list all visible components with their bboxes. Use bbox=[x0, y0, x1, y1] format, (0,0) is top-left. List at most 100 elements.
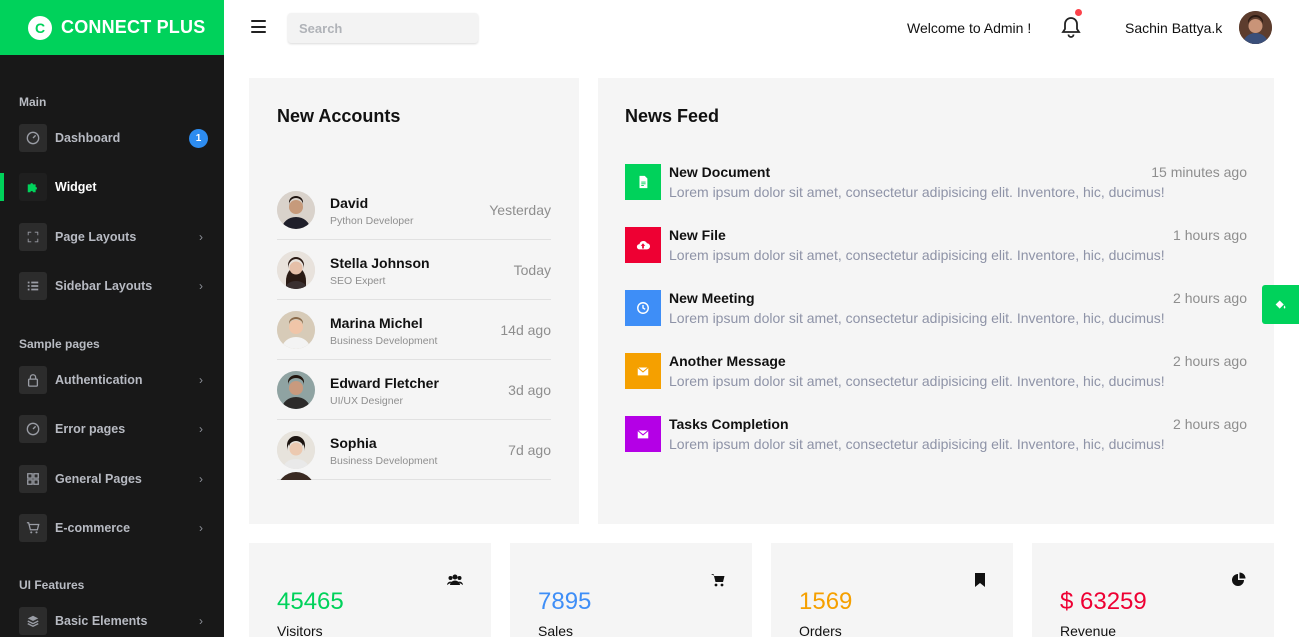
nav-section-ui-features: UI Features bbox=[19, 578, 85, 592]
mail-icon bbox=[625, 353, 661, 389]
gauge-icon bbox=[19, 124, 47, 152]
feed-title: New File bbox=[669, 227, 726, 243]
feed-item[interactable]: Another Message Lorem ipsum dolor sit am… bbox=[625, 353, 1247, 403]
feed-title: Another Message bbox=[669, 353, 786, 369]
bookmark-icon bbox=[975, 573, 985, 587]
list-item[interactable]: Edward Fletcher UI/UX Designer 3d ago bbox=[277, 360, 551, 420]
layout-icon bbox=[19, 223, 47, 251]
avatar-partial bbox=[277, 470, 315, 480]
sidebar: C CONNECT PLUS Main Dashboard 1 Widget P… bbox=[0, 0, 224, 637]
account-name: Stella Johnson bbox=[330, 255, 430, 271]
gauge-icon bbox=[19, 415, 47, 443]
search-input[interactable] bbox=[288, 13, 478, 43]
sidebar-item-basic-elements[interactable]: Basic Elements › bbox=[0, 601, 224, 637]
chevron-right-icon: › bbox=[199, 373, 203, 387]
list-item[interactable]: Stella Johnson SEO Expert Today bbox=[277, 240, 551, 300]
sidebar-item-dashboard[interactable]: Dashboard 1 bbox=[0, 118, 224, 158]
feed-text: Lorem ipsum dolor sit amet, consectetur … bbox=[669, 373, 1165, 389]
feed-item[interactable]: New Document Lorem ipsum dolor sit amet,… bbox=[625, 164, 1247, 214]
active-indicator bbox=[0, 173, 4, 201]
card-title: News Feed bbox=[625, 106, 720, 126]
brand-name: CONNECT PLUS bbox=[61, 17, 206, 37]
feed-title: Tasks Completion bbox=[669, 416, 789, 432]
clock-icon bbox=[625, 290, 661, 326]
feed-item[interactable]: Tasks Completion Lorem ipsum dolor sit a… bbox=[625, 416, 1247, 466]
avatar bbox=[277, 371, 315, 409]
sidebar-item-label: Widget bbox=[55, 180, 97, 194]
chevron-right-icon: › bbox=[199, 422, 203, 436]
stat-label: Sales bbox=[538, 623, 574, 637]
sidebar-item-authentication[interactable]: Authentication › bbox=[0, 360, 224, 400]
list-item[interactable]: Marina Michel Business Development 14d a… bbox=[277, 300, 551, 360]
paint-bucket-icon bbox=[1275, 300, 1286, 309]
stat-label: Orders bbox=[799, 623, 842, 637]
grid-icon bbox=[19, 465, 47, 493]
nav-section-sample-pages: Sample pages bbox=[19, 337, 100, 351]
bell-icon[interactable] bbox=[1061, 16, 1081, 38]
welcome-text: Welcome to Admin ! bbox=[907, 20, 1032, 36]
feed-title: New Document bbox=[669, 164, 771, 180]
feed-text: Lorem ipsum dolor sit amet, consectetur … bbox=[669, 247, 1165, 263]
account-time: Today bbox=[513, 262, 551, 278]
sidebar-item-label: Error pages bbox=[55, 422, 126, 436]
feed-time: 15 minutes ago bbox=[1151, 164, 1247, 180]
avatar bbox=[277, 191, 315, 229]
user-name[interactable]: Sachin Battya.k bbox=[1125, 20, 1222, 36]
stat-label: Revenue bbox=[1060, 623, 1117, 637]
account-time: 14d ago bbox=[500, 322, 551, 338]
account-role: Business Development bbox=[330, 335, 438, 347]
notification-badge: 1 bbox=[189, 128, 208, 148]
list-icon bbox=[19, 272, 47, 300]
sidebar-item-sidebar-layouts[interactable]: Sidebar Layouts › bbox=[0, 266, 224, 306]
news-feed-card: News Feed New Document Lorem ipsum dolor… bbox=[598, 78, 1274, 524]
sidebar-item-label: Sidebar Layouts bbox=[55, 279, 153, 293]
menu-toggle-icon[interactable] bbox=[251, 20, 266, 33]
theme-settings-button[interactable] bbox=[1262, 285, 1299, 324]
avatar bbox=[277, 251, 315, 289]
feed-title: New Meeting bbox=[669, 290, 755, 306]
account-name: David bbox=[330, 195, 369, 211]
account-name: Edward Fletcher bbox=[330, 375, 439, 391]
account-time: Yesterday bbox=[489, 202, 551, 218]
chevron-right-icon: › bbox=[199, 230, 203, 244]
account-role: SEO Expert bbox=[330, 275, 386, 287]
stat-value: 7895 bbox=[538, 588, 592, 615]
stat-card-revenue: $ 63259 Revenue bbox=[1032, 543, 1274, 637]
puzzle-icon bbox=[19, 173, 47, 201]
sidebar-item-page-layouts[interactable]: Page Layouts › bbox=[0, 217, 224, 257]
sidebar-item-e-commerce[interactable]: E-commerce › bbox=[0, 508, 224, 548]
feed-text: Lorem ipsum dolor sit amet, consectetur … bbox=[669, 184, 1165, 200]
pie-chart-icon bbox=[1232, 572, 1246, 586]
chevron-right-icon: › bbox=[199, 279, 203, 293]
layers-icon bbox=[19, 607, 47, 635]
feed-time: 2 hours ago bbox=[1173, 416, 1247, 432]
lock-icon bbox=[19, 366, 47, 394]
feed-time: 1 hours ago bbox=[1173, 227, 1247, 243]
sidebar-item-widget[interactable]: Widget bbox=[0, 167, 224, 207]
brand[interactable]: C CONNECT PLUS bbox=[0, 0, 224, 55]
stat-value: $ 63259 bbox=[1060, 588, 1147, 615]
account-name: Sophia bbox=[330, 435, 377, 451]
cloud-upload-icon bbox=[625, 227, 661, 263]
list-item[interactable]: David Python Developer Yesterday bbox=[277, 180, 551, 240]
brand-logo-icon: C bbox=[28, 15, 52, 40]
account-role: UI/UX Designer bbox=[330, 395, 403, 407]
feed-item[interactable]: New File Lorem ipsum dolor sit amet, con… bbox=[625, 227, 1247, 277]
document-icon bbox=[625, 164, 661, 200]
chevron-right-icon: › bbox=[199, 614, 203, 628]
users-icon bbox=[447, 574, 463, 585]
sidebar-item-label: Dashboard bbox=[55, 131, 121, 145]
account-role: Business Development bbox=[330, 455, 438, 467]
avatar[interactable] bbox=[1239, 11, 1272, 44]
avatar bbox=[277, 431, 315, 469]
feed-item[interactable]: New Meeting Lorem ipsum dolor sit amet, … bbox=[625, 290, 1247, 340]
sidebar-item-general-pages[interactable]: General Pages › bbox=[0, 459, 224, 499]
chevron-right-icon: › bbox=[199, 521, 203, 535]
sidebar-item-error-pages[interactable]: Error pages › bbox=[0, 409, 224, 449]
sidebar-item-label: Authentication bbox=[55, 373, 143, 387]
account-name: Marina Michel bbox=[330, 315, 423, 331]
sidebar-item-label: Basic Elements bbox=[55, 614, 148, 628]
new-accounts-card: New Accounts David Python Developer Yest… bbox=[249, 78, 579, 524]
list-item[interactable]: Sophia Business Development 7d ago bbox=[277, 420, 551, 480]
feed-time: 2 hours ago bbox=[1173, 353, 1247, 369]
